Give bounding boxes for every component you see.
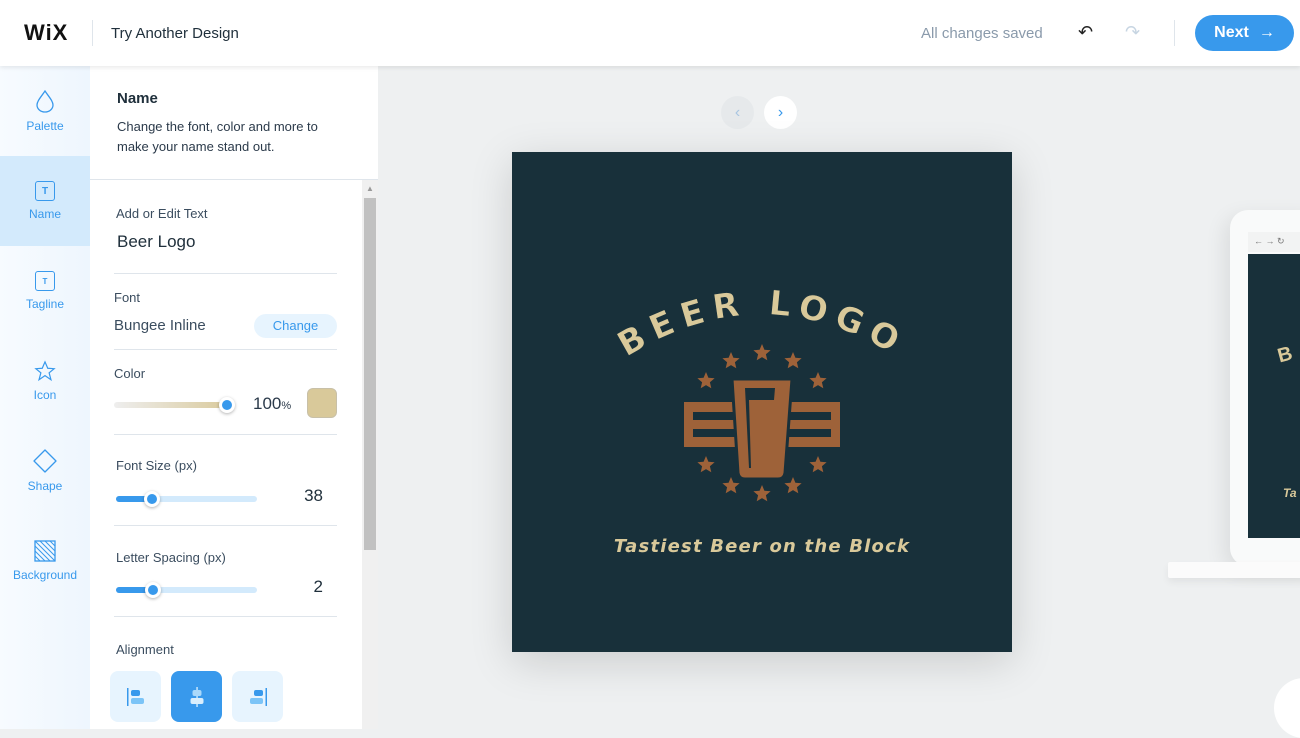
- sidebar-item-label: Shape: [27, 479, 63, 493]
- letter-spacing-label: Letter Spacing (px): [116, 550, 226, 565]
- text-box-small-icon: T: [35, 271, 55, 291]
- change-font-button[interactable]: Change: [254, 314, 337, 338]
- slider-handle[interactable]: [145, 582, 161, 598]
- align-right-icon: [249, 687, 267, 706]
- sidebar-item-icon[interactable]: Icon: [0, 336, 90, 426]
- star-icon: [722, 477, 740, 494]
- sidebar-item-background[interactable]: Background: [0, 516, 90, 606]
- align-right-button[interactable]: [232, 671, 283, 722]
- scroll-up-icon[interactable]: ▲: [366, 184, 374, 193]
- try-another-design-link[interactable]: Try Another Design: [111, 25, 239, 42]
- scrollbar-thumb[interactable]: [364, 198, 376, 550]
- slider-handle[interactable]: [219, 397, 235, 413]
- next-label: Next: [1214, 24, 1249, 41]
- sidebar: Palette T Name T Tagline Icon Shape Back…: [0, 66, 90, 729]
- star-icon: [34, 360, 56, 382]
- browser-nav-icons: ← → ↻: [1248, 232, 1300, 252]
- slider-handle[interactable]: [144, 491, 160, 507]
- edit-text-label: Add or Edit Text: [116, 206, 208, 221]
- align-left-button[interactable]: [110, 671, 161, 722]
- preview-canvas: ‹ › BEER LOGO Tastiest Beer on the Block…: [378, 66, 1300, 738]
- name-panel: Name Change the font, color and more to …: [90, 66, 378, 729]
- redo-icon[interactable]: ↷: [1125, 22, 1140, 43]
- opacity-value: 100%: [253, 394, 291, 414]
- sidebar-item-shape[interactable]: Shape: [0, 426, 90, 516]
- font-size-section: Font Size (px) 38: [114, 458, 337, 526]
- opacity-number: 100: [253, 394, 282, 413]
- color-section: Color 100%: [114, 366, 337, 435]
- panel-title: Name: [117, 90, 158, 107]
- star-icon: [809, 456, 827, 473]
- sidebar-item-label: Tagline: [25, 297, 65, 311]
- sidebar-item-label: Name: [28, 207, 61, 221]
- divider: [92, 20, 93, 46]
- star-icon: [809, 372, 827, 389]
- wix-logo[interactable]: WiX: [24, 20, 68, 46]
- laptop-mockup-preview: ← → ↻ B Ta: [1230, 210, 1300, 566]
- font-size-value: 38: [304, 486, 323, 505]
- mobile-preview-toggle[interactable]: [1274, 678, 1300, 738]
- star-icon: [697, 372, 715, 389]
- star-icon: [697, 456, 715, 473]
- chevron-right-icon: ›: [777, 103, 784, 121]
- letter-spacing-slider[interactable]: [116, 582, 257, 598]
- star-icon: [784, 477, 802, 494]
- star-icon: [722, 352, 740, 369]
- letter-spacing-section: Letter Spacing (px) 2: [114, 550, 337, 617]
- align-left-icon: [126, 687, 144, 706]
- panel-header: Name Change the font, color and more to …: [90, 66, 378, 180]
- font-section: Font Bungee Inline Change: [114, 290, 337, 350]
- sidebar-item-label: Palette: [26, 119, 64, 133]
- chevron-left-icon: ‹: [734, 103, 741, 121]
- color-label: Color: [114, 366, 146, 381]
- sidebar-item-label: Icon: [33, 388, 57, 402]
- preview-name-initial: B: [1275, 342, 1295, 368]
- font-size-slider[interactable]: [116, 491, 257, 507]
- opacity-slider[interactable]: [114, 397, 235, 413]
- top-bar: WiX Try Another Design All changes saved…: [0, 0, 1300, 66]
- align-center-icon: [190, 686, 203, 707]
- divider: [1174, 20, 1175, 46]
- diamond-icon: [33, 449, 57, 473]
- next-button[interactable]: Next →: [1195, 15, 1294, 51]
- sidebar-item-palette[interactable]: Palette: [0, 66, 90, 156]
- text-box-icon: T: [35, 181, 55, 201]
- preview-tagline: Ta: [1283, 486, 1297, 500]
- sidebar-item-name[interactable]: T Name: [0, 156, 90, 246]
- font-label: Font: [114, 290, 141, 305]
- previous-design-button[interactable]: ‹: [721, 96, 754, 129]
- star-icon: [784, 352, 802, 369]
- undo-icon[interactable]: ↶: [1078, 22, 1093, 43]
- logo-tagline: Tastiest Beer on the Block: [614, 536, 910, 557]
- font-size-label: Font Size (px): [116, 458, 197, 473]
- alignment-label: Alignment: [116, 642, 174, 657]
- opacity-unit: %: [281, 400, 292, 412]
- panel-description: Change the font, color and more to make …: [117, 119, 318, 154]
- laptop-screen: B Ta: [1248, 254, 1300, 538]
- scrollbar[interactable]: ▲: [362, 180, 378, 729]
- laptop-base: [1168, 562, 1300, 578]
- star-icon: [753, 485, 771, 502]
- sidebar-item-label: Background: [12, 568, 78, 582]
- edit-text-section: Add or Edit Text Beer Logo: [114, 206, 337, 274]
- arrow-right-icon: →: [1258, 24, 1275, 41]
- drop-icon: [36, 89, 54, 113]
- save-status: All changes saved: [921, 25, 1043, 42]
- sidebar-item-tagline[interactable]: T Tagline: [0, 246, 90, 336]
- hatch-icon: [34, 540, 56, 562]
- next-design-button[interactable]: ›: [764, 96, 797, 129]
- star-icon: [753, 344, 771, 361]
- align-center-button[interactable]: [171, 671, 222, 722]
- logo-preview: BEER LOGO Tastiest Beer on the Block: [512, 152, 1012, 652]
- letter-spacing-value: 2: [313, 577, 323, 596]
- color-swatch[interactable]: [307, 388, 337, 418]
- name-text-input[interactable]: Beer Logo: [117, 232, 337, 252]
